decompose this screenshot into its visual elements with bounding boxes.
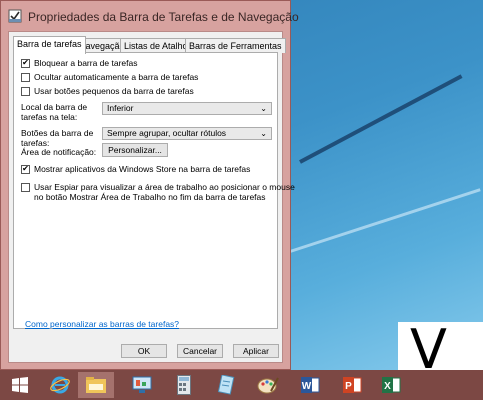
store-apps-checkbox[interactable]: ✔ bbox=[21, 164, 30, 174]
peek-checkbox[interactable] bbox=[21, 183, 30, 192]
file-explorer-icon[interactable] bbox=[78, 372, 114, 398]
properties-icon bbox=[8, 9, 22, 23]
chevron-down-icon: ⌄ bbox=[260, 104, 267, 113]
svg-text:P: P bbox=[345, 381, 352, 392]
chevron-down-icon: ⌄ bbox=[260, 129, 267, 138]
peek-option[interactable]: Usar Espiar para visualizar a área de tr… bbox=[21, 182, 295, 202]
taskbar: W P X bbox=[0, 370, 483, 400]
small-buttons-option[interactable]: Usar botões pequenos da barra de tarefas bbox=[21, 86, 194, 96]
taskbar-buttons-select[interactable]: Sempre agrupar, ocultar rótulos ⌄ bbox=[102, 127, 272, 140]
autohide-checkbox[interactable] bbox=[21, 72, 30, 82]
calculator-icon[interactable] bbox=[166, 372, 202, 398]
store-apps-option[interactable]: ✔ Mostrar aplicativos da Windows Store n… bbox=[21, 164, 250, 174]
desktop-wallpaper-highlight bbox=[289, 188, 481, 253]
lock-taskbar-label: Bloquear a barra de tarefas bbox=[34, 58, 138, 68]
small-buttons-label: Usar botões pequenos da barra de tarefas bbox=[34, 86, 194, 96]
svg-text:W: W bbox=[302, 381, 312, 392]
location-label: Local da barra de tarefas na tela: bbox=[21, 102, 88, 122]
notification-area-label: Área de notificação: bbox=[21, 147, 97, 157]
ok-button[interactable]: OK bbox=[121, 344, 167, 358]
tab-barras-de-ferramentas[interactable]: Barras de Ferramentas bbox=[185, 38, 286, 53]
taskbar-buttons-label: Botões da barra de tarefas: bbox=[21, 128, 94, 148]
taskbar-properties-dialog: Propriedades da Barra de Tarefas e de Na… bbox=[0, 0, 299, 370]
taskbar-buttons-value: Sempre agrupar, ocultar rótulos bbox=[107, 128, 227, 138]
dialog-client-area: Barra de tarefas Navegação Listas de Ata… bbox=[8, 31, 295, 363]
notepad-icon[interactable] bbox=[208, 372, 244, 398]
lock-taskbar-checkbox[interactable]: ✔ bbox=[21, 58, 30, 68]
powerpoint-icon[interactable]: P bbox=[334, 372, 370, 398]
lock-taskbar-option[interactable]: ✔ Bloquear a barra de tarefas bbox=[21, 58, 137, 68]
windows-logo-icon[interactable] bbox=[2, 372, 38, 398]
autohide-option[interactable]: Ocultar automaticamente a barra de taref… bbox=[21, 72, 198, 82]
title-bar[interactable]: Propriedades da Barra de Tarefas e de Na… bbox=[1, 1, 299, 31]
peek-label-line2: no botão Mostrar Área de Trabalho no fim… bbox=[34, 192, 266, 202]
tab-barra-de-tarefas[interactable]: Barra de tarefas bbox=[13, 36, 86, 54]
customize-button[interactable]: Personalizar... bbox=[102, 143, 168, 157]
apply-button[interactable]: Aplicar bbox=[233, 344, 279, 358]
excel-icon[interactable]: X bbox=[376, 372, 406, 398]
tab-panel: ✔ Bloquear a barra de tarefas Ocultar au… bbox=[13, 52, 295, 329]
control-panel-icon[interactable] bbox=[124, 372, 160, 398]
peek-label-line1: Usar Espiar para visualizar a área de tr… bbox=[34, 182, 295, 192]
svg-text:X: X bbox=[384, 381, 391, 392]
cancel-button[interactable]: Cancelar bbox=[177, 344, 223, 358]
store-apps-label: Mostrar aplicativos da Windows Store na … bbox=[34, 164, 251, 174]
small-buttons-checkbox[interactable] bbox=[21, 86, 30, 96]
paint-icon[interactable] bbox=[250, 372, 286, 398]
location-select[interactable]: Inferior ⌄ bbox=[102, 102, 272, 115]
internet-explorer-icon[interactable] bbox=[42, 372, 78, 398]
word-icon[interactable]: W bbox=[292, 372, 328, 398]
location-value: Inferior bbox=[107, 103, 134, 113]
window-title: Propriedades da Barra de Tarefas e de Na… bbox=[28, 10, 299, 24]
desktop-wallpaper-line bbox=[299, 74, 463, 164]
help-link[interactable]: Como personalizar as barras de tarefas? bbox=[25, 319, 179, 329]
autohide-label: Ocultar automaticamente a barra de taref… bbox=[34, 72, 199, 82]
